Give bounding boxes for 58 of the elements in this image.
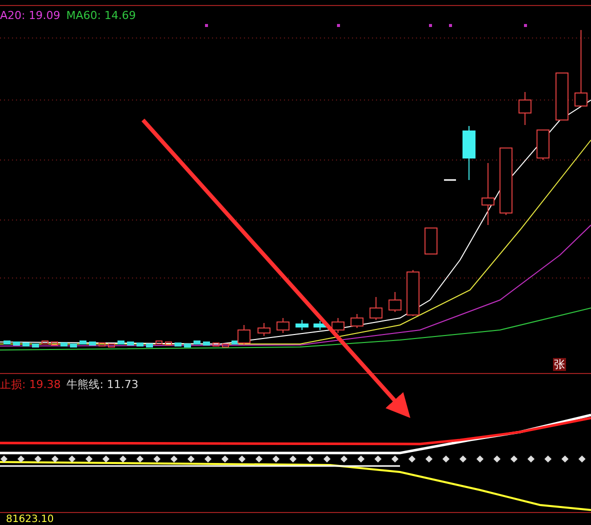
candlestick (500, 148, 512, 216)
diamond-marker (17, 455, 25, 463)
diamond-marker (374, 455, 382, 463)
candlestick (462, 126, 476, 180)
indicator-value: MA60: 14.69 (66, 9, 136, 22)
volume-value: 81623.10 (6, 514, 54, 524)
rise-badge[interactable]: 张 (553, 358, 566, 371)
candlestick (556, 72, 568, 120)
diamond-marker (255, 455, 263, 463)
candlestick (314, 320, 326, 330)
diamond-marker (272, 455, 280, 463)
candlestick (536, 130, 550, 160)
candlestick (296, 320, 308, 330)
diamond-marker (119, 455, 127, 463)
diamond-marker (289, 455, 297, 463)
diamond-marker (85, 455, 93, 463)
candlestick (350, 314, 364, 328)
candlestick (406, 270, 420, 316)
diamond-marker (442, 455, 450, 463)
candlestick (388, 292, 402, 312)
diamond-marker (425, 455, 433, 463)
candlestick (258, 322, 270, 336)
candlestick (518, 92, 532, 126)
candlestick (332, 318, 344, 334)
indicator-value: 止损: 19.38 (0, 377, 61, 392)
diamond-marker (34, 455, 42, 463)
diamond-marker (204, 455, 212, 463)
diamond-marker (102, 455, 110, 463)
diamond-marker (136, 455, 144, 463)
diamond-marker (493, 455, 501, 463)
diamond-marker (238, 455, 246, 463)
diamond-marker (544, 455, 552, 463)
diamond-marker (306, 455, 314, 463)
diamond-marker (68, 455, 76, 463)
diamond-marker (323, 455, 331, 463)
diamond-marker (476, 455, 484, 463)
diamond-marker (0, 455, 8, 463)
diamond-marker (527, 455, 535, 463)
diamond-marker (408, 455, 416, 463)
diamond-marker (357, 455, 365, 463)
diamond-marker (170, 455, 178, 463)
diamond-marker (340, 455, 348, 463)
diamond-marker (221, 455, 229, 463)
diamond-marker (51, 455, 59, 463)
candlestick (424, 228, 438, 254)
diamond-marker (561, 455, 569, 463)
candlestick (444, 179, 456, 181)
candlestick (276, 318, 290, 334)
diamond-marker (459, 455, 467, 463)
indicator-value: 牛熊线: 11.73 (66, 377, 138, 392)
diamond-marker (510, 455, 518, 463)
diamond-marker (578, 455, 586, 463)
indicator-value: A20: 19.09 (0, 9, 60, 22)
diamond-marker (391, 455, 399, 463)
diamond-marker (187, 455, 195, 463)
candlestick (370, 296, 382, 320)
diamond-marker (153, 455, 161, 463)
candlestick (482, 162, 494, 226)
